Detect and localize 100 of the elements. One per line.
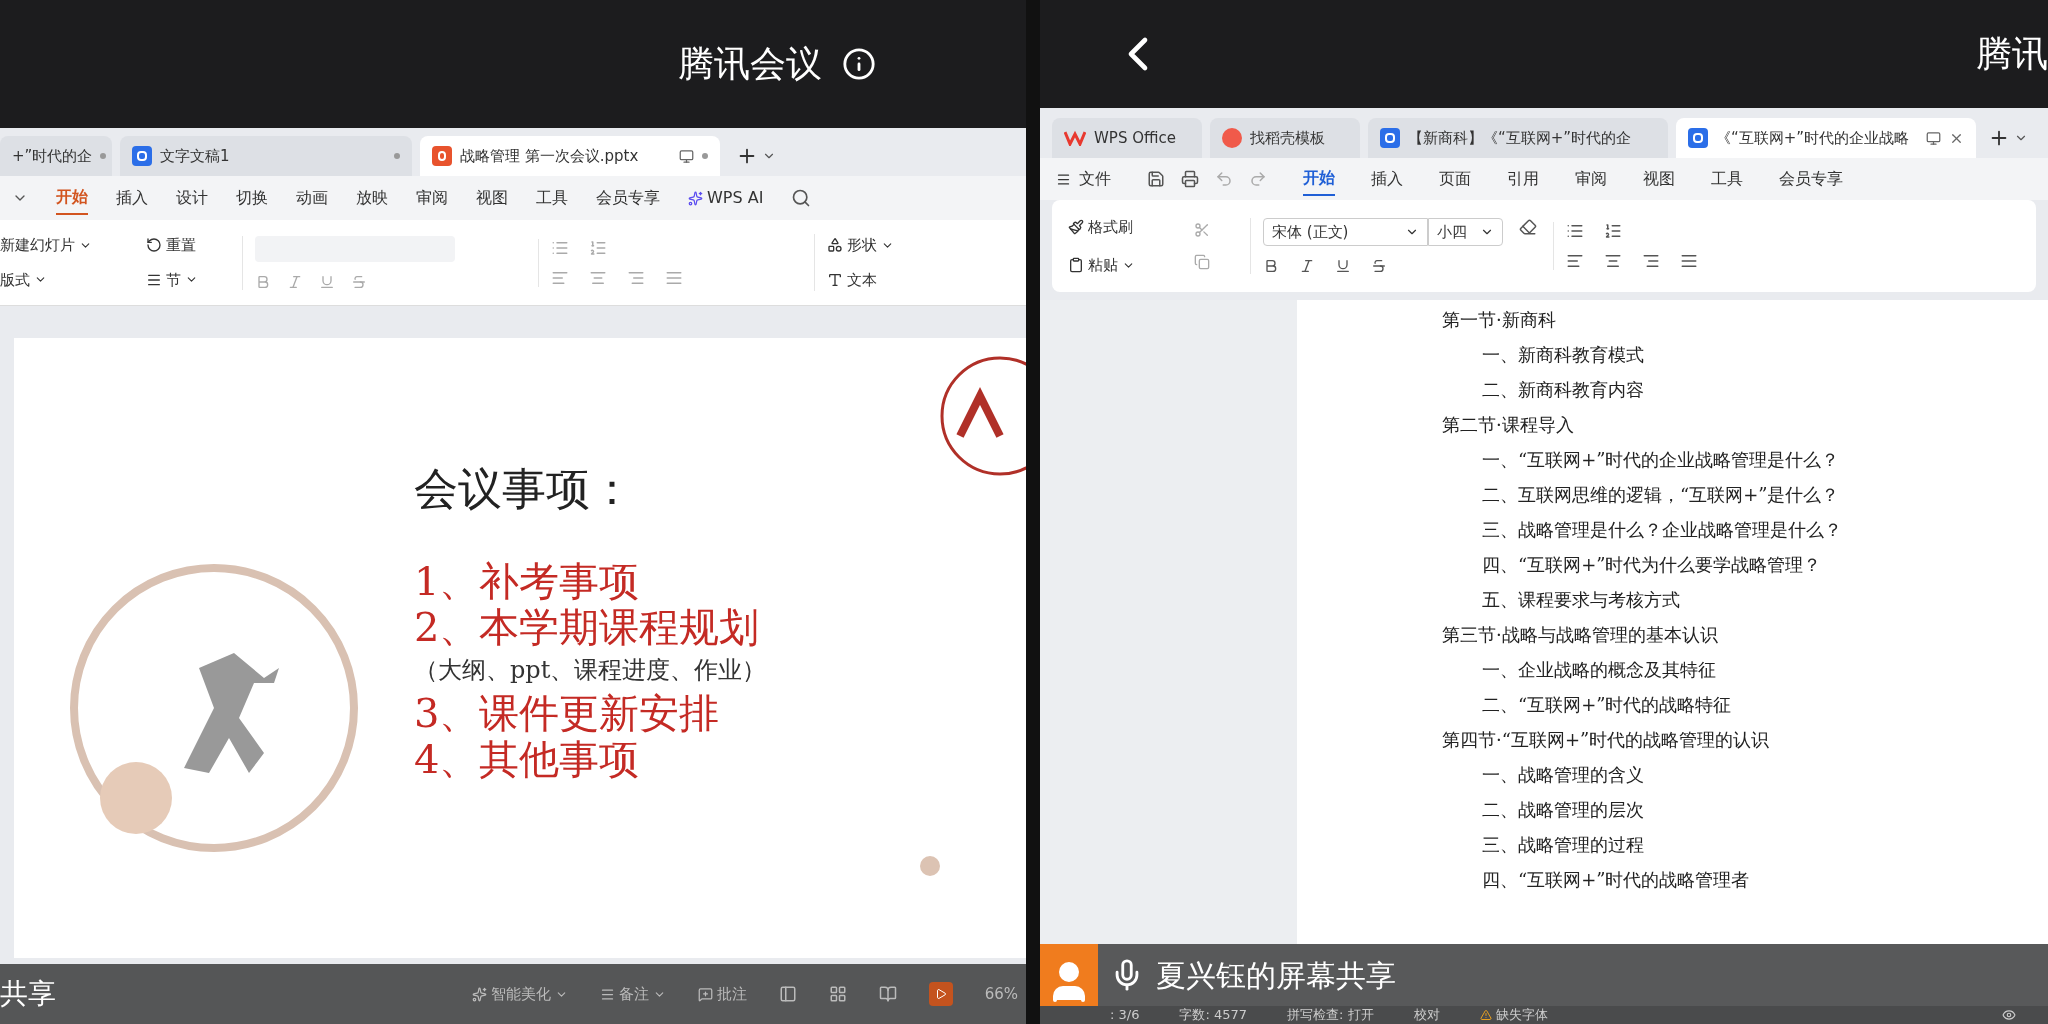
menu-tab[interactable]: 切换 xyxy=(236,182,268,214)
sharer-name-label: 夏兴钰的屏幕共享 xyxy=(1156,956,1396,995)
agenda-note: （大纲、ppt、课程进度、作业） xyxy=(414,655,767,686)
paste-button[interactable]: 粘贴 xyxy=(1068,254,1178,277)
menu-tab[interactable]: 页面 xyxy=(1439,163,1471,195)
menu-icon xyxy=(1056,171,1071,187)
zoom-level: 66% xyxy=(984,983,1018,1005)
notes-icon xyxy=(599,986,615,1002)
eraser-icon[interactable] xyxy=(1519,218,1537,236)
bold-icon[interactable] xyxy=(1263,258,1279,274)
document-tab[interactable]: 找稻壳模板 xyxy=(1210,118,1360,158)
warning-icon xyxy=(1479,1009,1492,1021)
menu-tab[interactable]: 引用 xyxy=(1507,163,1539,195)
menu-tab[interactable]: 开始 xyxy=(1303,162,1335,196)
agenda-item: 4、其他事项 xyxy=(414,736,641,782)
menu-tab[interactable]: 开始 xyxy=(56,181,88,215)
outline-item: 四、“互联网+”时代为什么要学战略管理？ xyxy=(1481,553,1823,577)
font-dropdown[interactable]: 宋体 (正文) xyxy=(1263,218,1428,246)
section-button[interactable]: 节 xyxy=(146,268,226,291)
document-tab[interactable]: 《“互联网+”时代的企业战略 xyxy=(1676,118,1976,158)
monitor-icon xyxy=(679,148,694,164)
outline-item: 二、战略管理的层次 xyxy=(1481,798,1645,822)
menu-tab[interactable]: 审阅 xyxy=(416,182,448,214)
paintbrush-icon xyxy=(1068,218,1084,235)
italic-icon[interactable] xyxy=(1299,258,1315,274)
comment-button[interactable]: 批注 xyxy=(697,982,747,1006)
document-tab[interactable]: 文字文稿1 xyxy=(120,136,412,176)
numbered-list-icon[interactable] xyxy=(1604,222,1622,240)
underline-icon[interactable] xyxy=(1335,258,1351,274)
clipboard-icon xyxy=(1068,257,1084,274)
strikethrough-icon[interactable] xyxy=(1371,258,1387,274)
missing-font-warning[interactable]: 缺失字体 xyxy=(1479,1005,1548,1024)
menu-tab[interactable]: 会员专享 xyxy=(1779,163,1843,195)
grid-view-icon[interactable] xyxy=(828,985,847,1003)
agenda-item: 3、课件更新安排 xyxy=(414,690,721,736)
section-heading: 第四节·“互联网+”时代的战略管理的认识 xyxy=(1442,728,1771,752)
bullet-list-icon[interactable] xyxy=(1566,222,1584,240)
reset-icon xyxy=(146,237,162,254)
eye-icon[interactable] xyxy=(2002,1008,2016,1022)
justify-icon[interactable] xyxy=(1680,252,1698,270)
align-right-icon[interactable] xyxy=(1642,252,1660,270)
print-icon[interactable] xyxy=(1181,170,1199,188)
shape-button[interactable]: 形状 xyxy=(827,234,894,257)
document-tab[interactable]: 【新商科】《“互联网+”时代的企 xyxy=(1368,118,1668,158)
page-count: : 3/6 xyxy=(1110,1006,1140,1024)
proofread-button[interactable]: 校对 xyxy=(1413,1005,1440,1024)
outline-item: 二、“互联网+”时代的战略特征 xyxy=(1481,693,1733,717)
reading-view-icon[interactable] xyxy=(878,985,897,1003)
document-app-icon xyxy=(132,146,152,166)
new-slide-button[interactable]: 新建幻灯片 xyxy=(0,234,130,257)
slides-app-icon xyxy=(432,146,452,166)
menu-tab[interactable]: 审阅 xyxy=(1575,163,1607,195)
outline-item: 二、新商科教育内容 xyxy=(1481,378,1645,402)
menu-tab[interactable]: 放映 xyxy=(356,182,388,214)
document-tab[interactable]: WPS Office xyxy=(1052,118,1202,158)
play-button[interactable] xyxy=(928,982,953,1006)
menu-tab[interactable]: 工具 xyxy=(1711,163,1743,195)
align-center-icon[interactable] xyxy=(1604,252,1622,270)
meeting-title: 腾讯会议 xyxy=(678,42,822,86)
menu-tab[interactable]: 会员专享 xyxy=(596,182,660,214)
reset-button[interactable]: 重置 xyxy=(146,234,226,257)
menu-tab[interactable]: 插入 xyxy=(1371,163,1403,195)
beautify-button[interactable]: 智能美化 xyxy=(471,982,568,1006)
layout-button[interactable]: 版式 xyxy=(0,268,130,291)
menu-tab[interactable]: 动画 xyxy=(296,182,328,214)
word-count: 字数: 4577 xyxy=(1179,1006,1248,1024)
text-box-icon xyxy=(827,271,843,288)
document-tab[interactable]: 战略管理 第一次会议.pptx xyxy=(420,136,720,176)
monitor-icon xyxy=(1926,130,1941,146)
menu-tab[interactable]: 视图 xyxy=(476,182,508,214)
wps-ai-button[interactable]: WPS AI xyxy=(688,186,764,210)
outline-item: 一、战略管理的含义 xyxy=(1481,763,1645,787)
wps-logo-icon xyxy=(1064,130,1086,146)
spell-check-status[interactable]: 拼写检查: 打开 xyxy=(1287,1005,1374,1024)
share-label: 共享 xyxy=(0,976,56,1012)
template-app-icon xyxy=(1222,128,1242,148)
textbox-button[interactable]: 文本 xyxy=(827,268,894,291)
notes-button[interactable]: 备注 xyxy=(599,982,666,1006)
search-icon[interactable] xyxy=(791,188,812,208)
font-size-dropdown[interactable]: 小四 xyxy=(1428,218,1503,246)
menu-tab[interactable]: 视图 xyxy=(1643,163,1675,195)
align-left-icon[interactable] xyxy=(1566,252,1584,270)
normal-view-icon[interactable] xyxy=(778,985,797,1003)
comment-icon xyxy=(697,986,713,1002)
outline-item: 一、“互联网+”时代的企业战略管理是什么？ xyxy=(1481,448,1841,472)
menu-tab[interactable]: 设计 xyxy=(176,182,208,214)
agenda-item: 1、补考事项 xyxy=(414,558,641,604)
section-heading: 第三节·战略与战略管理的基本认识 xyxy=(1442,623,1719,647)
outline-item: 五、课程要求与考核方式 xyxy=(1481,588,1681,612)
info-icon[interactable] xyxy=(842,47,876,81)
outline-item: 一、新商科教育模式 xyxy=(1481,343,1645,367)
menu-tab[interactable]: 插入 xyxy=(116,182,148,214)
format-painter-button[interactable]: 格式刷 xyxy=(1068,215,1178,238)
menu-tab[interactable]: 工具 xyxy=(536,182,568,214)
section-heading: 第二节·课程导入 xyxy=(1442,413,1575,437)
save-icon[interactable] xyxy=(1147,170,1165,188)
document-tab[interactable]: +”时代的企 xyxy=(0,136,112,176)
file-menu-button[interactable]: 文件 xyxy=(1056,167,1111,191)
outline-item: 三、战略管理的过程 xyxy=(1481,833,1645,857)
ai-sparkle-icon xyxy=(688,190,703,206)
